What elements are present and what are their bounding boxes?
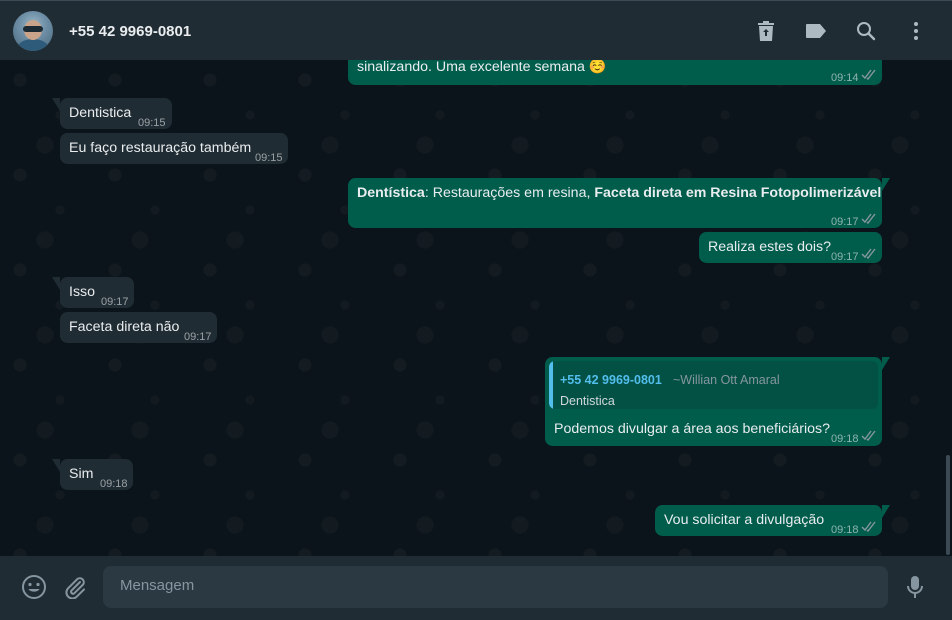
bubble-tail [52,98,60,111]
message-incoming[interactable]: Faceta direta não 09:17 [60,312,217,343]
bubble-tail [52,277,60,290]
double-check-icon [861,521,876,532]
message-list[interactable]: sinalizando. Uma excelente semana ☺️ 09:… [0,60,952,556]
message-time: 09:18 [831,524,859,536]
message-outgoing[interactable]: sinalizando. Uma excelente semana ☺️ 09:… [348,60,882,85]
double-check-icon [861,430,876,441]
attach-icon[interactable] [61,573,89,601]
bubble-tail [882,357,890,370]
message-outgoing[interactable]: +55 42 9969-0801 ~Willian Ott Amaral Den… [545,357,882,446]
message-text: Vou solicitar a divulgação [664,512,825,528]
message-time: 09:15 [255,152,283,164]
message-incoming[interactable]: Eu faço restauração também 09:15 [60,133,288,164]
message-plain-text: : Restaurações em resina, [424,185,595,201]
message-incoming[interactable]: Sim 09:18 [60,459,133,490]
contact-avatar[interactable] [13,11,53,51]
delete-icon[interactable] [754,19,778,43]
contact-name[interactable]: +55 42 9969-0801 [69,23,191,40]
message-time: 09:17 [184,331,212,343]
avatar-shirt [17,39,49,51]
bubble-tail [882,505,890,518]
menu-icon[interactable] [904,19,928,43]
chat-scrollbar[interactable] [946,455,950,555]
message-outgoing[interactable]: Vou solicitar a divulgação 09:18 [655,505,882,536]
message-outgoing[interactable]: Realiza estes dois? 09:17 [699,232,882,263]
message-time: 09:17 [831,251,859,263]
message-input[interactable]: Mensagem [103,566,888,608]
composer-bar: Mensagem [0,556,952,620]
message-text: Faceta direta não [69,319,180,335]
quote-pushname: ~Willian Ott Amaral [673,373,780,387]
message-text: Realiza estes dois? [708,239,832,255]
message-outgoing[interactable]: Dentística: Restaurações em resina, Face… [348,178,882,228]
double-check-icon [861,213,876,224]
message-time: 09:17 [101,296,129,308]
quoted-message[interactable]: +55 42 9969-0801 ~Willian Ott Amaral Den… [549,361,878,409]
message-text: sinalizando. Uma excelente semana ☺️ [357,60,607,75]
message-time: 09:17 [831,216,859,228]
message-text: Dentística: Restaurações em resina, Face… [357,184,881,203]
message-incoming[interactable]: Dentistica 09:15 [60,98,172,129]
message-input-placeholder: Mensagem [120,577,195,594]
bubble-tail [52,459,60,472]
quote-author: +55 42 9969-0801 [560,373,662,387]
message-incoming[interactable]: Isso 09:17 [60,277,134,308]
message-bold-text: Faceta direta em Resina Fotopolimerizáve… [594,185,882,201]
message-text: Eu faço restauração também [69,140,252,156]
message-time: 09:15 [138,117,166,129]
message-time: 09:18 [100,478,128,490]
message-time: 09:18 [831,433,859,445]
quote-text: Dentistica [560,394,615,408]
message-text: Sim [69,466,94,482]
double-check-icon [861,69,876,80]
message-text: Dentistica [69,105,132,121]
message-time: 09:14 [831,72,859,84]
mic-icon[interactable] [901,573,929,601]
message-text: Podemos divulgar a área aos beneficiário… [554,421,831,437]
chat-header: +55 42 9969-0801 [0,0,952,60]
double-check-icon [861,248,876,259]
message-text: Isso [69,284,96,300]
search-icon[interactable] [854,19,878,43]
avatar-glasses [23,26,43,32]
message-bold-text: Dentística [357,185,425,201]
quote-accent-bar [549,361,553,409]
bubble-tail [882,178,890,191]
emoji-icon[interactable] [20,573,48,601]
label-icon[interactable] [804,19,828,43]
